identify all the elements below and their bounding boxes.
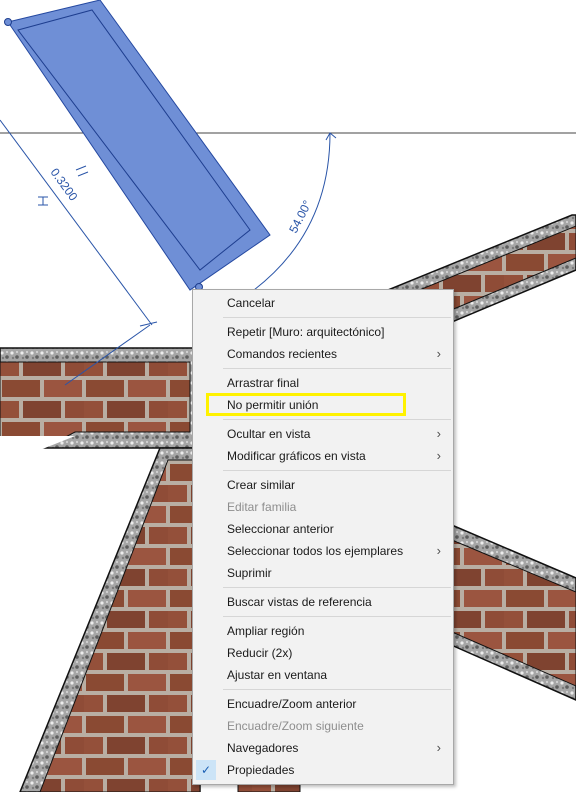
menu-item-label: Ocultar en vista xyxy=(227,427,311,441)
wall-endpoint-handle-start[interactable] xyxy=(4,18,12,26)
menu-item-arrastrar-final[interactable]: Arrastrar final xyxy=(193,372,453,394)
chevron-right-icon: › xyxy=(436,543,441,558)
chevron-right-icon: › xyxy=(436,346,441,361)
menu-item-comandos-recientes[interactable]: Comandos recientes › xyxy=(193,343,453,365)
menu-item-ampliar-region[interactable]: Ampliar región xyxy=(193,620,453,642)
selected-wall[interactable] xyxy=(4,0,271,291)
menu-item-modificar-graficos-en-vista[interactable]: Modificar gráficos en vista › xyxy=(193,445,453,467)
menu-item-label: Repetir [Muro: arquitectónico] xyxy=(227,325,385,339)
menu-item-encuadre-zoom-anterior[interactable]: Encuadre/Zoom anterior xyxy=(193,693,453,715)
menu-item-label: No permitir unión xyxy=(227,398,319,412)
angle-dimension-value[interactable]: 54.00° xyxy=(286,198,314,236)
menu-item-label: Arrastrar final xyxy=(227,376,300,390)
menu-item-label: Seleccionar todos los ejemplares xyxy=(227,544,404,558)
length-dimension-value[interactable]: 0.3200 xyxy=(48,166,81,204)
wall-diagonal-lower-left[interactable] xyxy=(19,447,201,792)
menu-item-label: Ajustar en ventana xyxy=(227,668,328,682)
menu-item-navegadores[interactable]: Navegadores › xyxy=(193,737,453,759)
menu-separator xyxy=(223,689,451,690)
menu-item-propiedades[interactable]: ✓ Propiedades xyxy=(193,759,453,781)
menu-item-label: Reducir (2x) xyxy=(227,646,293,660)
menu-separator xyxy=(223,317,451,318)
menu-item-label: Buscar vistas de referencia xyxy=(227,595,372,609)
chevron-right-icon: › xyxy=(436,740,441,755)
menu-item-reducir-2x[interactable]: Reducir (2x) xyxy=(193,642,453,664)
menu-item-label: Comandos recientes xyxy=(227,347,338,361)
chevron-right-icon: › xyxy=(436,426,441,441)
menu-separator xyxy=(223,470,451,471)
menu-item-label: Modificar gráficos en vista xyxy=(227,449,366,463)
menu-item-crear-similar[interactable]: Crear similar xyxy=(193,474,453,496)
menu-item-editar-familia: Editar familia xyxy=(193,496,453,518)
wall-horizontal-left[interactable] xyxy=(0,347,201,449)
menu-item-label: Seleccionar anterior xyxy=(227,522,334,536)
wall-lower-right[interactable] xyxy=(439,518,576,701)
menu-separator xyxy=(223,368,451,369)
menu-item-repetir-muro-arquitectonico[interactable]: Repetir [Muro: arquitectónico] xyxy=(193,321,453,343)
menu-item-label: Suprimir xyxy=(227,566,272,580)
menu-item-ajustar-en-ventana[interactable]: Ajustar en ventana xyxy=(193,664,453,686)
menu-item-label: Encuadre/Zoom siguiente xyxy=(227,719,364,733)
check-icon: ✓ xyxy=(196,760,216,780)
menu-item-ocultar-en-vista[interactable]: Ocultar en vista › xyxy=(193,423,453,445)
dimension-lock-icon[interactable] xyxy=(38,196,48,206)
menu-item-cancelar[interactable]: Cancelar xyxy=(193,292,453,314)
chevron-right-icon: › xyxy=(436,448,441,463)
menu-item-seleccionar-anterior[interactable]: Seleccionar anterior xyxy=(193,518,453,540)
menu-item-label: Propiedades xyxy=(227,763,295,777)
menu-separator xyxy=(223,616,451,617)
menu-item-buscar-vistas-de-referencia[interactable]: Buscar vistas de referencia xyxy=(193,591,453,613)
menu-item-seleccionar-todos-los-ejemplares[interactable]: Seleccionar todos los ejemplares › xyxy=(193,540,453,562)
menu-item-label: Encuadre/Zoom anterior xyxy=(227,697,357,711)
menu-item-label: Crear similar xyxy=(227,478,296,492)
context-menu[interactable]: Cancelar Repetir [Muro: arquitectónico] Co… xyxy=(192,289,454,785)
menu-item-no-permitir-union[interactable]: No permitir unión xyxy=(193,394,453,416)
menu-item-label: Ampliar región xyxy=(227,624,305,638)
menu-separator xyxy=(223,419,451,420)
menu-item-suprimir[interactable]: Suprimir xyxy=(193,562,453,584)
menu-separator xyxy=(223,587,451,588)
menu-item-encuadre-zoom-siguiente: Encuadre/Zoom siguiente xyxy=(193,715,453,737)
flip-arrows-icon[interactable] xyxy=(75,165,89,177)
menu-item-label: Cancelar xyxy=(227,296,276,310)
menu-item-label: Navegadores xyxy=(227,741,299,755)
menu-item-label: Editar familia xyxy=(227,500,297,514)
